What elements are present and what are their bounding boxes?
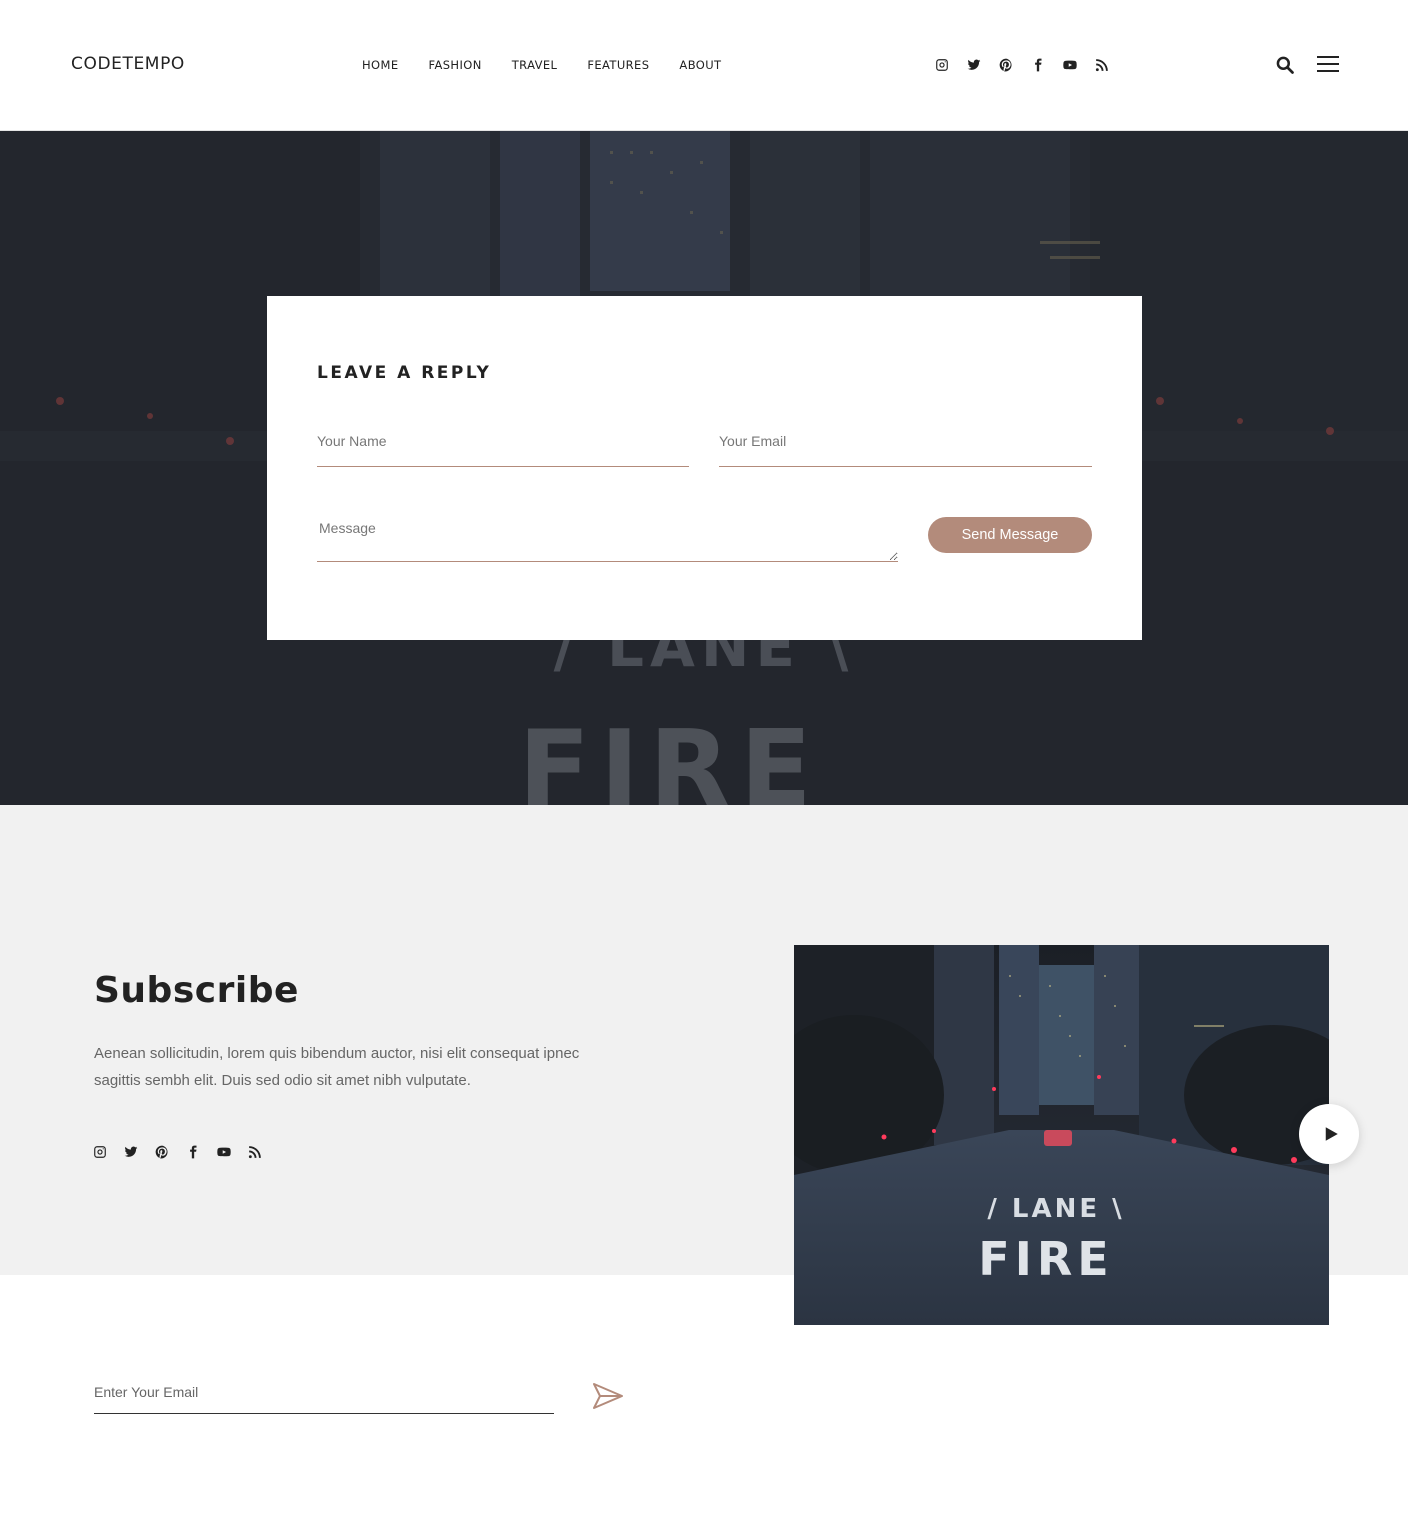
- name-field[interactable]: [317, 426, 689, 467]
- rss-icon[interactable]: [247, 1144, 263, 1160]
- twitter-icon[interactable]: [123, 1144, 139, 1160]
- nav-features[interactable]: FEATURES: [587, 58, 649, 72]
- nav-home[interactable]: HOME: [362, 58, 399, 72]
- twitter-icon[interactable]: [966, 57, 982, 73]
- message-field[interactable]: [317, 518, 898, 562]
- pinterest-icon[interactable]: [998, 57, 1014, 73]
- subscribe-description: Aenean sollicitudin, lorem quis bibendum…: [94, 1045, 580, 1089]
- site-header: CODETEMPO HOME FASHION TRAVEL FEATURES A…: [0, 0, 1408, 131]
- facebook-icon[interactable]: [1030, 57, 1046, 73]
- instagram-icon[interactable]: [92, 1144, 108, 1160]
- hamburger-menu-icon[interactable]: [1317, 56, 1339, 74]
- reply-title: LEAVE A REPLY: [317, 363, 492, 383]
- road-marking-fire: FIRE: [978, 1232, 1113, 1286]
- facebook-icon[interactable]: [185, 1144, 201, 1160]
- nav-about[interactable]: ABOUT: [679, 58, 721, 72]
- subscribe-title: Subscribe: [94, 970, 299, 1011]
- subscribe-social-links: [92, 1144, 263, 1160]
- pinterest-icon[interactable]: [154, 1144, 170, 1160]
- main-nav: HOME FASHION TRAVEL FEATURES ABOUT: [362, 58, 721, 72]
- video-thumbnail[interactable]: / LANE \ FIRE: [794, 945, 1329, 1325]
- youtube-icon[interactable]: [1062, 57, 1078, 73]
- instagram-icon[interactable]: [934, 57, 950, 73]
- road-marking-fire: FIRE: [518, 708, 821, 805]
- nav-travel[interactable]: TRAVEL: [512, 58, 558, 72]
- paper-plane-icon[interactable]: [592, 1382, 624, 1410]
- leave-reply-form: LEAVE A REPLY Send Message: [267, 296, 1142, 640]
- city-street-image: / LANE \ FIRE: [794, 945, 1329, 1325]
- search-icon[interactable]: [1275, 55, 1295, 75]
- road-marking-lane: / LANE \: [987, 1194, 1124, 1224]
- play-icon[interactable]: [1299, 1104, 1359, 1164]
- subscribe-email-input[interactable]: [94, 1378, 554, 1414]
- email-field[interactable]: [719, 426, 1092, 467]
- nav-fashion[interactable]: FASHION: [429, 58, 482, 72]
- site-logo[interactable]: CODETEMPO: [71, 54, 185, 74]
- youtube-icon[interactable]: [216, 1144, 232, 1160]
- rss-icon[interactable]: [1094, 57, 1110, 73]
- header-social-links: [934, 57, 1110, 73]
- send-message-button[interactable]: Send Message: [928, 517, 1092, 553]
